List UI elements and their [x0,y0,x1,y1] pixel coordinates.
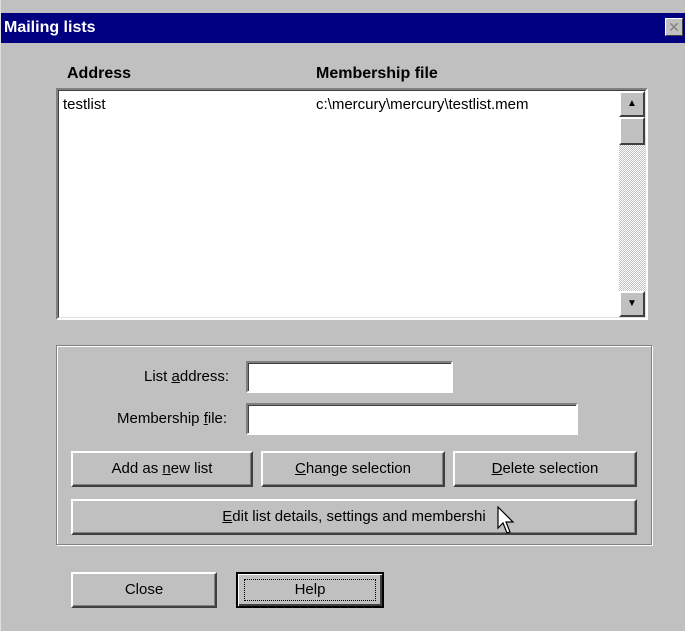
mouse-pointer-icon [497,506,515,534]
close-icon[interactable]: ✕ [665,18,683,36]
delete-selection-button[interactable]: Delete selection [453,451,637,487]
change-selection-button[interactable]: Change selection [261,451,445,487]
list-address-label: List address: [144,368,230,385]
list-item-membership-file: c:\mercury\mercury\testlist.mem [316,96,529,113]
arrow-down-icon[interactable]: ▼ [619,291,645,317]
window-title: Mailing lists [4,19,96,36]
arrow-up-icon[interactable]: ▲ [619,91,645,117]
listbox-frame: testlist c:\mercury\mercury\testlist.mem… [58,90,646,318]
list-item-address: testlist [63,96,106,113]
help-button[interactable]: Help [236,572,384,608]
edit-list-details-button[interactable]: Edit list details, settings and membersh… [71,499,637,535]
close-button[interactable]: Close [71,572,217,608]
add-as-new-list-button[interactable]: Add as new list [71,451,253,487]
column-header-membership-file[interactable]: Membership file [316,65,438,83]
column-header-address[interactable]: Address [67,65,131,83]
mailing-list-listbox[interactable]: testlist c:\mercury\mercury\testlist.mem… [56,88,648,320]
scrollbar-thumb[interactable] [619,117,645,145]
list-address-input[interactable] [246,361,453,393]
title-bar: Mailing lists ✕ [1,13,685,43]
vertical-scrollbar[interactable]: ▲ ▼ [619,91,645,317]
membership-file-input[interactable] [246,403,578,435]
membership-file-label: Membership file: [117,410,228,427]
focus-rectangle [244,579,376,601]
mailing-lists-dialog: Mailing lists ✕ Address Membership file … [0,0,685,631]
